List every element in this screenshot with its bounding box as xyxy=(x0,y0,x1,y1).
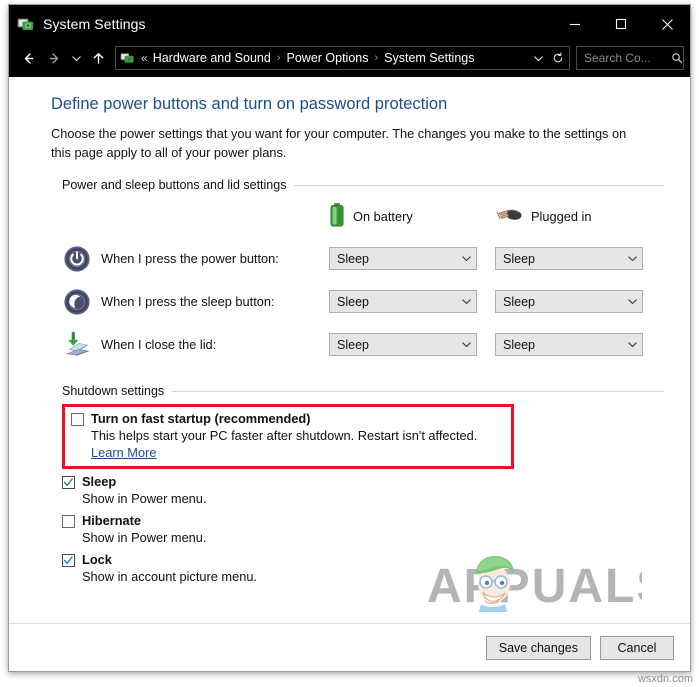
search-icon[interactable] xyxy=(671,52,683,64)
breadcrumb-overflow[interactable]: « xyxy=(141,51,148,65)
maximize-button[interactable] xyxy=(598,5,644,43)
setting-label-power-button: When I press the power button: xyxy=(101,251,279,267)
search-box[interactable] xyxy=(576,46,684,70)
chevron-down-icon xyxy=(622,296,642,307)
setting-row-power-button: When I press the power button: Sleep Sle… xyxy=(51,237,664,280)
power-plug-icon xyxy=(495,204,523,229)
checkbox-fast-startup[interactable] xyxy=(71,413,84,427)
window-title: System Settings xyxy=(43,16,146,32)
combo-power-button-on-battery[interactable]: Sleep xyxy=(329,247,477,271)
recent-locations-chevron-down-icon[interactable] xyxy=(67,46,85,70)
title-bar: System Settings xyxy=(9,5,690,43)
footer-divider xyxy=(9,623,690,624)
battery-icon xyxy=(329,202,345,231)
breadcrumb-actions xyxy=(525,52,569,64)
setting-row-sleep-button: When I press the sleep button: Sleep Sle… xyxy=(51,280,664,323)
shutdown-group-header-label: Shutdown settings xyxy=(62,384,165,399)
option-lock-description: Show in account picture menu. xyxy=(82,568,257,584)
power-button-icon xyxy=(62,244,92,274)
column-header-plugged-in: Plugged in xyxy=(495,204,661,229)
save-changes-button[interactable]: Save changes xyxy=(485,636,591,660)
chevron-down-icon xyxy=(622,253,642,264)
setting-label-sleep-button: When I press the sleep button: xyxy=(101,294,275,310)
breadcrumb-item-power-options[interactable]: Power Options xyxy=(287,51,369,65)
combo-sleep-button-on-battery[interactable]: Sleep xyxy=(329,290,477,314)
column-header-on-battery-label: On battery xyxy=(353,209,413,225)
back-arrow-icon[interactable] xyxy=(15,46,41,70)
option-sleep-description: Show in Power menu. xyxy=(82,491,207,507)
shutdown-group-divider xyxy=(172,390,664,392)
checkbox-row-hibernate[interactable]: Hibernate xyxy=(62,513,664,529)
up-arrow-icon[interactable] xyxy=(85,46,111,70)
chevron-down-icon xyxy=(456,339,476,350)
combo-value: Sleep xyxy=(337,251,369,266)
option-sleep: Sleep Show in Power menu. xyxy=(62,474,664,508)
column-headers: On battery Plugged in xyxy=(51,202,664,231)
checkbox-sleep[interactable] xyxy=(62,476,75,490)
checkbox-label-fast-startup: Turn on fast startup (recommended) xyxy=(91,411,311,427)
checkbox-row-lock[interactable]: Lock xyxy=(62,552,664,568)
sleep-moon-icon xyxy=(62,287,92,317)
combo-close-lid-plugged-in[interactable]: Sleep xyxy=(495,333,643,357)
address-dropdown-chevron-down-icon[interactable] xyxy=(525,53,544,64)
checkbox-row-fast-startup[interactable]: Turn on fast startup (recommended) xyxy=(71,411,505,427)
combo-close-lid-on-battery[interactable]: Sleep xyxy=(329,333,477,357)
chevron-down-icon xyxy=(622,339,642,350)
fast-startup-description-text: This helps start your PC faster after sh… xyxy=(91,428,478,444)
window-controls xyxy=(552,5,690,43)
checkbox-label-lock: Lock xyxy=(82,551,112,567)
option-lock: Lock Show in account picture menu. xyxy=(62,552,664,586)
search-input[interactable] xyxy=(577,50,671,66)
system-settings-icon xyxy=(17,15,35,33)
shutdown-group-header: Shutdown settings xyxy=(62,384,664,398)
breadcrumb-separator: › xyxy=(276,52,281,64)
page-body: Define power buttons and turn on passwor… xyxy=(9,95,690,585)
forward-arrow-icon[interactable] xyxy=(41,46,67,70)
option-hibernate-description: Show in Power menu. xyxy=(82,529,207,545)
combo-value: Sleep xyxy=(337,337,369,352)
control-panel-icon xyxy=(120,50,136,66)
content-area: APPUALS Define power buttons and tur xyxy=(9,77,690,671)
breadcrumb-separator: › xyxy=(374,52,379,64)
column-header-on-battery: On battery xyxy=(329,202,495,231)
shutdown-settings-group: Shutdown settings Turn on fast startup (… xyxy=(51,384,664,585)
fast-startup-highlight-box: Turn on fast startup (recommended) This … xyxy=(62,404,514,470)
checkbox-row-sleep[interactable]: Sleep xyxy=(62,474,664,490)
column-header-plugged-in-label: Plugged in xyxy=(531,209,592,225)
address-bar: « Hardware and Sound › Power Options › S… xyxy=(9,43,690,77)
power-group-header: Power and sleep buttons and lid settings xyxy=(62,178,664,192)
footer-buttons: Save changes Cancel xyxy=(485,636,674,660)
combo-power-button-plugged-in[interactable]: Sleep xyxy=(495,247,643,271)
system-settings-window: System Settings « Hardware and Sound › P… xyxy=(8,4,691,672)
combo-value: Sleep xyxy=(503,294,535,309)
combo-sleep-button-plugged-in[interactable]: Sleep xyxy=(495,290,643,314)
combo-value: Sleep xyxy=(337,294,369,309)
close-button[interactable] xyxy=(644,5,690,43)
minimize-button[interactable] xyxy=(552,5,598,43)
page-description: Choose the power settings that you want … xyxy=(51,126,627,160)
checkbox-hibernate[interactable] xyxy=(62,514,75,528)
fast-startup-description: This helps start your PC faster after sh… xyxy=(91,428,505,461)
learn-more-link[interactable]: Learn More xyxy=(91,445,156,460)
corner-credit: wsxdn.com xyxy=(637,673,693,685)
setting-row-close-lid: When I close the lid: Sleep Sleep xyxy=(51,323,664,366)
cancel-button[interactable]: Cancel xyxy=(600,636,674,660)
checkbox-label-hibernate: Hibernate xyxy=(82,512,142,528)
breadcrumb[interactable]: « Hardware and Sound › Power Options › S… xyxy=(115,46,570,70)
breadcrumb-item-system-settings[interactable]: System Settings xyxy=(384,51,474,65)
option-hibernate: Hibernate Show in Power menu. xyxy=(62,513,664,547)
page-title: Define power buttons and turn on passwor… xyxy=(51,95,448,113)
combo-value: Sleep xyxy=(503,337,535,352)
checkbox-label-sleep: Sleep xyxy=(82,474,117,490)
combo-value: Sleep xyxy=(503,251,535,266)
power-group-header-label: Power and sleep buttons and lid settings xyxy=(62,178,287,193)
checkbox-lock[interactable] xyxy=(62,553,75,567)
power-group-divider xyxy=(294,184,664,186)
chevron-down-icon xyxy=(456,253,476,264)
refresh-icon[interactable] xyxy=(544,52,564,64)
chevron-down-icon xyxy=(456,296,476,307)
breadcrumb-item-hardware-and-sound[interactable]: Hardware and Sound xyxy=(153,51,271,65)
laptop-lid-icon xyxy=(62,330,92,360)
setting-label-close-lid: When I close the lid: xyxy=(101,337,217,353)
